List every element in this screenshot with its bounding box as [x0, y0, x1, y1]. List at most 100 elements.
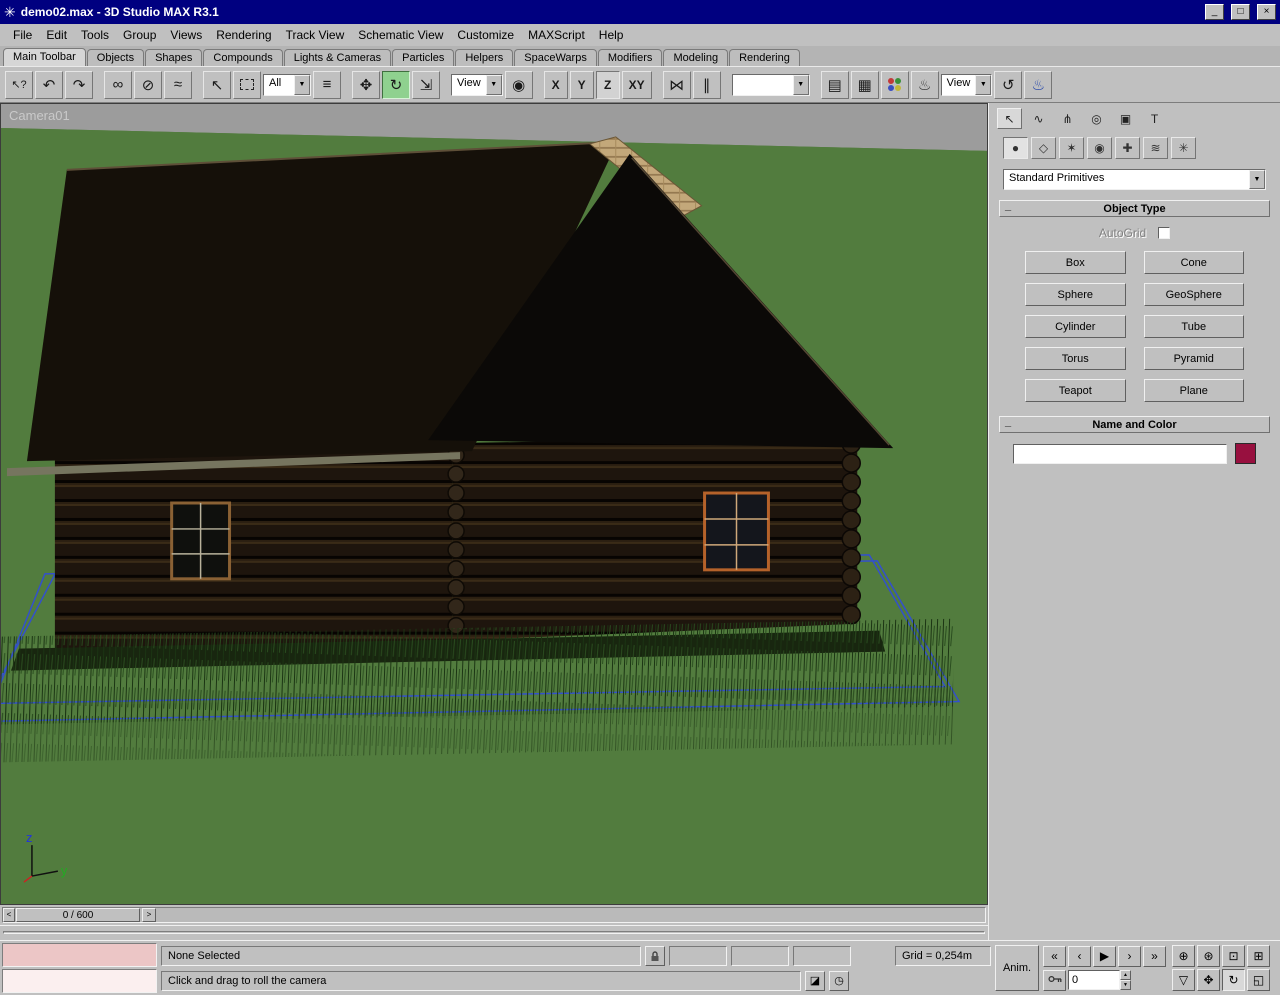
menu-rendering[interactable]: Rendering: [209, 25, 278, 45]
primitives-category-dropdown[interactable]: Standard Primitives ▼: [1003, 169, 1266, 190]
category-systems-button[interactable]: ✳: [1171, 137, 1196, 159]
tab-spacewarps[interactable]: SpaceWarps: [514, 49, 597, 66]
menu-help[interactable]: Help: [592, 25, 631, 45]
tab-shapes[interactable]: Shapes: [145, 49, 202, 66]
truck-camera-button[interactable]: ✥: [1197, 969, 1220, 991]
next-frame-button[interactable]: ›: [1118, 946, 1141, 967]
select-and-link-button[interactable]: ∞: [104, 71, 132, 99]
frame-spinner-down[interactable]: ▼: [1120, 980, 1131, 990]
redo-button[interactable]: ↷: [65, 71, 93, 99]
zoom-extents-all-button[interactable]: ⊞: [1247, 945, 1270, 967]
object-button-cone[interactable]: Cone: [1144, 251, 1245, 274]
menu-tools[interactable]: Tools: [74, 25, 116, 45]
reference-coordinate-arrow[interactable]: ▼: [486, 75, 502, 95]
named-selection-arrow[interactable]: ▼: [793, 75, 809, 95]
hierarchy-panel-tab[interactable]: ⋔: [1055, 108, 1080, 129]
coordinate-y-field[interactable]: [731, 946, 789, 966]
selection-filter-dropdown[interactable]: All ▼: [263, 74, 311, 96]
select-by-name-button[interactable]: ≡: [313, 71, 341, 99]
zoom-all-button[interactable]: ⊛: [1197, 945, 1220, 967]
object-button-tube[interactable]: Tube: [1144, 315, 1245, 338]
viewport-label[interactable]: Camera01: [9, 108, 70, 123]
open-schematic-view-button[interactable]: ▦: [851, 71, 879, 99]
maxscript-mini-listener[interactable]: [2, 943, 157, 993]
name-color-rollout-header[interactable]: _ Name and Color: [999, 416, 1270, 433]
object-button-box[interactable]: Box: [1025, 251, 1126, 274]
render-last-button[interactable]: ↺: [994, 71, 1022, 99]
display-panel-tab[interactable]: ▣: [1113, 108, 1138, 129]
track-bar[interactable]: [0, 925, 988, 940]
align-button[interactable]: ∥: [693, 71, 721, 99]
menu-views[interactable]: Views: [163, 25, 209, 45]
tab-objects[interactable]: Objects: [87, 49, 144, 66]
object-button-geosphere[interactable]: GeoSphere: [1144, 283, 1245, 306]
tab-main-toolbar[interactable]: Main Toolbar: [3, 48, 86, 66]
current-frame-input[interactable]: [1068, 970, 1120, 990]
render-type-arrow[interactable]: ▼: [975, 75, 991, 95]
category-cameras-button[interactable]: ◉: [1087, 137, 1112, 159]
object-name-input[interactable]: [1013, 444, 1227, 464]
tab-rendering[interactable]: Rendering: [729, 49, 800, 66]
play-animation-button[interactable]: ▶: [1093, 946, 1116, 967]
reference-coordinate-dropdown[interactable]: View ▼: [451, 74, 503, 96]
degradation-override-button[interactable]: ◪: [805, 971, 825, 991]
open-track-view-button[interactable]: ▤: [821, 71, 849, 99]
object-button-cylinder[interactable]: Cylinder: [1025, 315, 1126, 338]
go-to-start-button[interactable]: «: [1043, 946, 1066, 967]
previous-frame-button[interactable]: ‹: [1068, 946, 1091, 967]
object-button-plane[interactable]: Plane: [1144, 379, 1245, 402]
tab-particles[interactable]: Particles: [392, 49, 454, 66]
camera-viewport[interactable]: z y Camera01: [0, 103, 988, 905]
mirror-button[interactable]: ⋈: [663, 71, 691, 99]
create-panel-tab[interactable]: ↖: [997, 108, 1022, 129]
menu-edit[interactable]: Edit: [39, 25, 74, 45]
primitives-dropdown-arrow[interactable]: ▼: [1249, 170, 1265, 189]
tab-modeling[interactable]: Modeling: [663, 49, 728, 66]
bind-to-spacewarp-button[interactable]: ≈: [164, 71, 192, 99]
select-object-button[interactable]: ↖: [203, 71, 231, 99]
minimize-button[interactable]: _: [1205, 4, 1224, 20]
key-mode-toggle-button[interactable]: [1043, 970, 1066, 991]
coordinate-z-field[interactable]: [793, 946, 851, 966]
time-slider-handle[interactable]: 0 / 600: [16, 908, 140, 922]
time-slider-next-button[interactable]: >: [142, 908, 156, 922]
object-button-teapot[interactable]: Teapot: [1025, 379, 1126, 402]
quick-render-button[interactable]: ♨: [1024, 71, 1052, 99]
listener-script-line[interactable]: [2, 969, 157, 993]
time-slider-prev-button[interactable]: <: [3, 908, 15, 922]
zoom-button[interactable]: ⊕: [1172, 945, 1195, 967]
category-helpers-button[interactable]: ✚: [1115, 137, 1140, 159]
motion-panel-tab[interactable]: ◎: [1084, 108, 1109, 129]
render-scene-button[interactable]: ♨: [911, 71, 939, 99]
animate-button[interactable]: Anim.: [995, 945, 1039, 991]
render-type-dropdown[interactable]: View ▼: [941, 74, 993, 96]
object-type-rollout-header[interactable]: _ Object Type: [999, 200, 1270, 217]
help-mode-button[interactable]: ↖?: [5, 71, 33, 99]
menu-group[interactable]: Group: [116, 25, 163, 45]
object-button-torus[interactable]: Torus: [1025, 347, 1126, 370]
select-and-rotate-button[interactable]: ↻: [382, 71, 410, 99]
menu-customize[interactable]: Customize: [450, 25, 521, 45]
menu-track-view[interactable]: Track View: [279, 25, 352, 45]
frame-spinner-up[interactable]: ▲: [1120, 970, 1131, 980]
use-center-button[interactable]: ◉: [505, 71, 533, 99]
close-button[interactable]: ×: [1257, 4, 1276, 20]
material-editor-button[interactable]: [881, 71, 909, 99]
listener-macro-line[interactable]: [2, 943, 157, 967]
category-geometry-button[interactable]: ●: [1003, 137, 1028, 159]
tab-compounds[interactable]: Compounds: [203, 49, 282, 66]
restrict-x-button[interactable]: X: [544, 71, 568, 99]
restrict-z-button[interactable]: Z: [596, 71, 620, 99]
category-shapes-button[interactable]: ◇: [1031, 137, 1056, 159]
zoom-extents-button[interactable]: ⊡: [1222, 945, 1245, 967]
autogrid-checkbox[interactable]: [1158, 227, 1170, 239]
select-and-scale-button[interactable]: ⇲: [412, 71, 440, 99]
roll-camera-button[interactable]: ↻: [1222, 969, 1245, 991]
coordinate-x-field[interactable]: [669, 946, 727, 966]
menu-maxscript[interactable]: MAXScript: [521, 25, 592, 45]
time-tag-button[interactable]: ◷: [829, 971, 849, 991]
tab-lights-cameras[interactable]: Lights & Cameras: [284, 49, 391, 66]
object-color-swatch[interactable]: [1235, 443, 1256, 464]
category-spacewarps-button[interactable]: ≋: [1143, 137, 1168, 159]
tab-modifiers[interactable]: Modifiers: [598, 49, 663, 66]
